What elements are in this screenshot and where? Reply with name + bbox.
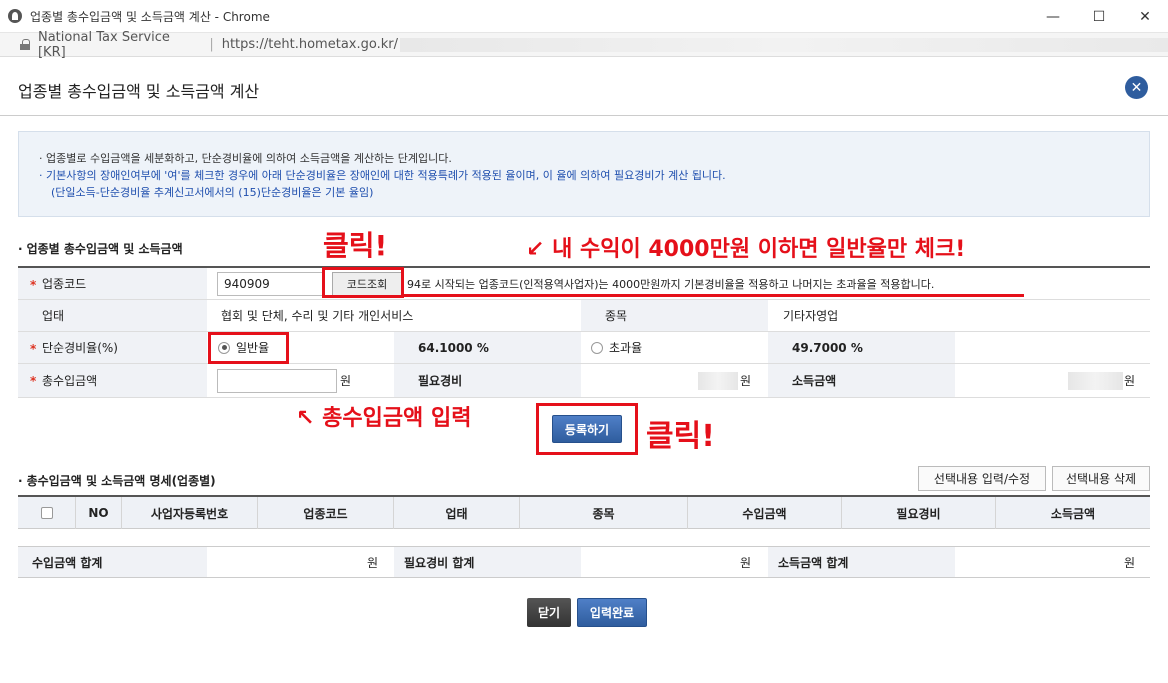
sum-income-unit: 원 — [367, 555, 379, 570]
sum-expense-unit: 원 — [740, 555, 752, 570]
select-all-checkbox[interactable] — [40, 507, 53, 519]
info-box: · 업종별로 수입금액을 세분화하고, 단순경비율에 의하여 소득금액을 계산하… — [18, 131, 1150, 217]
modal-page: 업종별 총수입금액 및 소득금액 계산 ✕ · 업종별로 수입금액을 세분화하고… — [0, 58, 1168, 683]
annotation-click-2: 클릭! — [646, 419, 715, 454]
delete-selected-button[interactable]: 선택내용 삭제 — [1052, 466, 1150, 491]
totals-row: 수입금액 합계 원 필요경비 합계 원 소득금액 합계 원 — [18, 546, 1150, 578]
industry-code-input[interactable]: 940909 — [217, 272, 325, 296]
info-line-3: (단일소득-단순경비율 추계신고서에서의 (15)단순경비율은 기본 율임) — [51, 186, 374, 199]
income-amount-redacted — [1068, 372, 1123, 390]
sum-income-label: 수입금액 합계 — [18, 547, 207, 577]
minimize-button[interactable]: — — [1030, 0, 1076, 33]
income-form-grid: 업종코드 940909 코드조회 94로 시작되는 업종코드(인적용역사업자)는… — [18, 266, 1150, 398]
excess-rate-value: 49.7000 % — [768, 332, 955, 363]
income-amount-label: 소득금액 — [768, 364, 955, 397]
col-no: NO — [76, 497, 122, 529]
detail-table-header: NO 사업자등록번호 업종코드 업태 종목 수입금액 필요경비 소득금액 — [18, 495, 1150, 529]
annotation-check-note: ↙ 내 수익이 4000만원 이하면 일반율만 체크! — [526, 237, 966, 262]
title-divider — [0, 115, 1168, 116]
row-business-type: 업태 협회 및 단체, 수리 및 기타 개인서비스 종목 기타자영업 — [18, 300, 1150, 332]
close-button[interactable]: 닫기 — [527, 598, 571, 627]
site-label: National Tax Service [KR] — [37, 29, 170, 60]
income-amount-unit: 원 — [1124, 374, 1136, 388]
address-separator: | — [209, 37, 214, 52]
chrome-favicon-icon — [8, 9, 22, 23]
excess-rate-radio-cell[interactable]: 초과율 — [591, 332, 761, 363]
annotation-box-register — [536, 403, 638, 455]
business-type-label: 업태 — [18, 300, 207, 331]
col-business-type: 업태 — [394, 497, 520, 529]
total-income-label: 총수입금액 — [18, 364, 207, 397]
annotation-box-code-lookup — [322, 267, 404, 298]
edit-selected-button[interactable]: 선택내용 입력/수정 — [918, 466, 1046, 491]
modal-title: 업종별 총수입금액 및 소득금액 계산 — [18, 82, 260, 101]
section-title-detail: 총수입금액 및 소득금액 명세(업종별) — [18, 472, 216, 489]
url-redacted — [399, 37, 1168, 52]
col-income: 수입금액 — [688, 497, 842, 529]
address-bar[interactable]: National Tax Service [KR] | https://teht… — [0, 29, 1168, 60]
category-label: 종목 — [581, 300, 768, 331]
window-title: 업종별 총수입금액 및 소득금액 계산 - Chrome — [30, 9, 270, 24]
row-total-income: 총수입금액 원 필요경비 원 소득금액 원 — [18, 364, 1150, 398]
col-category: 종목 — [520, 497, 688, 529]
annotation-click-1: 클릭! — [323, 229, 388, 262]
col-profit: 소득금액 — [1050, 506, 1096, 521]
select-all-cell[interactable] — [18, 497, 76, 529]
modal-close-icon[interactable]: ✕ — [1125, 76, 1148, 99]
total-income-unit: 원 — [340, 374, 352, 388]
complete-button[interactable]: 입력완료 — [577, 598, 647, 627]
lock-icon — [20, 39, 30, 50]
browser-titlebar: 업종별 총수입금액 및 소득금액 계산 - Chrome — ☐ ✕ — [0, 0, 1168, 33]
col-expense: 필요경비 — [842, 497, 996, 529]
required-expense-redacted — [698, 372, 738, 390]
col-industry-code: 업종코드 — [258, 497, 394, 529]
required-expense-label: 필요경비 — [394, 364, 581, 397]
sum-profit-unit: 원 — [1124, 555, 1136, 570]
section-title-income: 업종별 총수입금액 및 소득금액 — [18, 240, 183, 257]
sum-profit-label: 소득금액 합계 — [768, 547, 955, 577]
excess-rate-radio[interactable] — [591, 341, 603, 354]
simple-rate-label: 단순경비율(%) — [18, 332, 207, 363]
annotation-box-general-rate — [208, 332, 289, 364]
info-line-2: · 기본사항의 장애인여부에 '여'를 체크한 경우에 아래 단순경비율은 장애… — [39, 169, 726, 182]
total-income-input[interactable] — [217, 369, 337, 393]
annotation-underline-note — [404, 294, 1024, 297]
business-type-value: 협회 및 단체, 수리 및 기타 개인서비스 — [221, 309, 414, 323]
col-business-number: 사업자등록번호 — [122, 497, 258, 529]
info-line-1: · 업종별로 수입금액을 세분화하고, 단순경비율에 의하여 소득금액을 계산하… — [39, 152, 452, 165]
sum-expense-label: 필요경비 합계 — [394, 547, 581, 577]
required-expense-unit: 원 — [740, 374, 752, 388]
url-text: https://teht.hometax.go.kr/ — [221, 37, 398, 52]
window-controls: — ☐ ✕ — [1030, 0, 1168, 33]
category-value: 기타자영업 — [783, 309, 839, 323]
excess-rate-label: 초과율 — [609, 341, 643, 355]
industry-code-label: 업종코드 — [18, 268, 207, 299]
general-rate-value: 64.1000 % — [394, 332, 581, 363]
maximize-button[interactable]: ☐ — [1076, 0, 1122, 33]
annotation-input-note: ↖ 총수입금액 입력 — [296, 406, 472, 431]
window-close-button[interactable]: ✕ — [1122, 0, 1168, 33]
row-simple-rate: 단순경비율(%) 일반율 64.1000 % 초과율 49.7000 % — [18, 332, 1150, 364]
